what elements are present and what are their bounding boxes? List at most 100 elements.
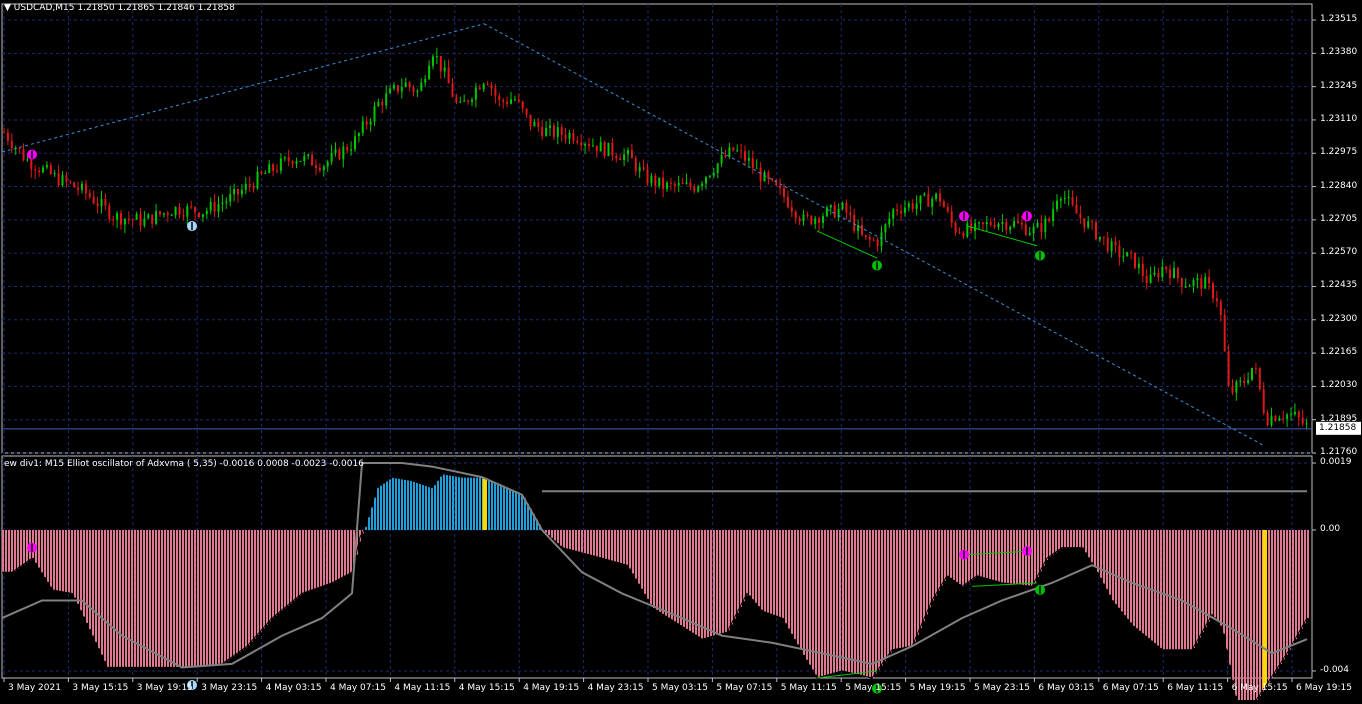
candle-body: [369, 121, 372, 125]
candle-body: [802, 214, 805, 222]
candle-body: [1130, 252, 1133, 254]
main-chart-header: ▼ USDCAD,M15 1.21850 1.21865 1.21846 1.2…: [4, 3, 235, 13]
chart-canvas[interactable]: [0, 0, 1362, 704]
candle-body: [1247, 379, 1250, 384]
price-tick-label: 1.22840: [1320, 180, 1358, 191]
candle-body: [1137, 263, 1140, 268]
osc-tick-label: -0.004: [1320, 664, 1350, 675]
price-tick-label: 1.22300: [1320, 313, 1358, 324]
time-tick-label: 6 May 19:15: [1296, 683, 1352, 693]
candle-body: [923, 193, 926, 196]
candle-body: [1044, 218, 1047, 232]
price-tick-label: 1.23380: [1320, 47, 1358, 58]
candle-body: [73, 182, 76, 188]
candle-body: [1290, 414, 1292, 416]
candle-body: [1301, 417, 1304, 424]
candle-body: [428, 65, 431, 80]
candle-body: [1149, 274, 1152, 283]
candle-body: [978, 222, 980, 224]
candle-body: [467, 100, 470, 102]
candle-body: [1079, 213, 1082, 219]
arrow-up-icon: [187, 221, 197, 232]
candle-body: [264, 173, 267, 175]
candle-body: [1110, 241, 1113, 252]
candle-body: [318, 167, 321, 171]
candle-body: [1091, 221, 1094, 223]
candle-body: [806, 214, 809, 216]
osc-tick-label: 0.0019: [1320, 457, 1352, 468]
candle-body: [38, 170, 41, 173]
candle-body: [135, 214, 138, 220]
candle-body: [1145, 275, 1148, 283]
candle-body: [716, 163, 719, 174]
candle-body: [482, 83, 485, 90]
candle-body: [45, 165, 48, 168]
candle-body: [1297, 411, 1300, 418]
candle-body: [927, 193, 930, 207]
candle-body: [1122, 256, 1125, 258]
candle-body: [229, 194, 232, 202]
candle-body: [580, 142, 583, 146]
candle-body: [1219, 301, 1222, 315]
candle-body: [1239, 380, 1242, 382]
candle-body: [18, 148, 21, 150]
candle-body: [958, 232, 961, 234]
candle-body: [412, 87, 415, 93]
candle-body: [1270, 416, 1273, 425]
time-tick-label: 6 May 07:15: [1102, 683, 1159, 693]
candle-body: [989, 221, 992, 225]
candle-body: [365, 121, 368, 125]
candle-body: [1071, 196, 1074, 205]
candle-body: [1169, 269, 1172, 279]
candle-body: [1266, 412, 1269, 425]
candle-body: [22, 149, 25, 161]
price-tick-label: 1.21760: [1320, 447, 1358, 457]
candle-body: [701, 183, 704, 187]
chart-window[interactable]: ▼ USDCAD,M15 1.21850 1.21865 1.21846 1.2…: [0, 0, 1362, 704]
candle-body: [1087, 221, 1090, 228]
candle-body: [732, 147, 735, 151]
candle-body: [221, 202, 224, 205]
candle-body: [1243, 380, 1246, 384]
ohlc-label: 1.21850 1.21865 1.21846 1.21858: [77, 3, 235, 13]
candle-body: [361, 121, 364, 134]
candle-body: [1106, 237, 1109, 252]
candle-body: [751, 158, 754, 168]
candle-body: [240, 189, 243, 195]
candle-body: [946, 207, 949, 212]
candle-body: [396, 85, 399, 92]
candle-body: [1212, 283, 1214, 299]
price-tick-label: 1.22165: [1320, 347, 1358, 358]
candle-body: [825, 207, 828, 217]
candle-body: [1153, 272, 1156, 275]
candle-body: [272, 164, 275, 171]
candle-body: [217, 204, 220, 212]
candle-body: [283, 157, 286, 159]
candle-body: [194, 206, 197, 213]
candle-body: [61, 175, 64, 186]
candle-body: [295, 161, 298, 164]
candle-body: [697, 186, 700, 192]
price-tick-label: 1.22975: [1320, 147, 1358, 158]
collapse-triangle-icon[interactable]: ▼: [4, 3, 11, 13]
candle-body: [658, 177, 661, 186]
candle-body: [607, 142, 610, 157]
candle-body: [151, 214, 154, 224]
candle-body: [564, 134, 567, 139]
candle-body: [96, 203, 99, 207]
candle-body: [611, 142, 614, 156]
candle-body: [162, 213, 165, 215]
time-tick-label: 4 May 11:15: [394, 683, 451, 693]
candle-body: [420, 82, 423, 91]
candle-body: [861, 225, 863, 236]
candle-body: [560, 127, 563, 135]
time-tick-label: 4 May 23:15: [587, 683, 644, 693]
arrow-down-icon: [1022, 546, 1032, 557]
candle-body: [783, 187, 785, 197]
candle-body: [615, 155, 618, 159]
candle-body: [404, 82, 407, 87]
candle-body: [244, 183, 247, 190]
candle-body: [120, 213, 122, 225]
candle-body: [818, 218, 821, 223]
candle-body: [907, 203, 910, 208]
